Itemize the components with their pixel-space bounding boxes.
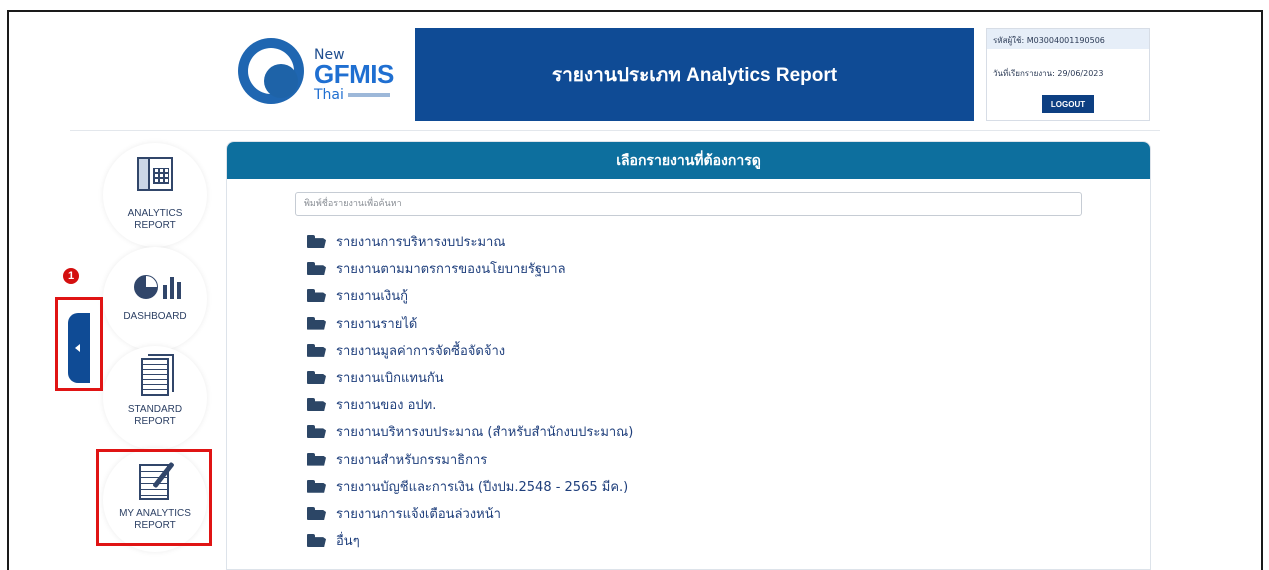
page-title-banner: รายงานประเภท Analytics Report [415, 28, 974, 121]
folder-open-icon [307, 479, 326, 493]
sidebar-item-label: ANALYTICS REPORT [127, 208, 183, 231]
report-list-item[interactable]: รายงานบริหารงบประมาณ (สำหรับสำนักงบประมา… [307, 418, 633, 445]
folder-open-icon [307, 425, 326, 438]
logo-text-gfmis: GFMIS [314, 59, 394, 89]
report-list-item[interactable]: รายงานการบริหารงบประมาณ [307, 228, 633, 255]
report-list-item[interactable]: รายงานตามมาตรการของนโยบายรัฐบาล [307, 255, 633, 282]
report-list-item[interactable]: รายงานมูลค่าการจัดซื้อจัดจ้าง [307, 337, 633, 364]
highlight-box-2 [96, 449, 212, 546]
report-list-item[interactable]: รายงานเงินกู้ [307, 282, 633, 309]
standard-report-icon [141, 354, 174, 396]
folder-open-icon [307, 343, 326, 357]
analytics-report-icon [137, 157, 173, 191]
page-title: รายงานประเภท Analytics Report [551, 64, 838, 86]
report-list-item[interactable]: อื่นๆ [307, 527, 633, 554]
report-search-input[interactable] [295, 192, 1082, 216]
sidebar-item-standard-report[interactable]: STANDARD REPORT [103, 346, 207, 450]
sidebar-item-label: DASHBOARD [123, 311, 187, 322]
report-list-item[interactable]: รายงานบัญชีและการเงิน (ปีงปม.2548 - 2565… [307, 473, 633, 500]
pie-chart-icon [134, 275, 158, 299]
folder-open-icon [307, 534, 326, 547]
report-date: วันที่เรียกรายงาน: 29/06/2023 [993, 69, 1104, 78]
logout-button[interactable]: LOGOUT [1042, 95, 1094, 113]
garuda-emblem-icon [238, 38, 304, 104]
report-list-item[interactable]: รายงานเบิกแทนกัน [307, 364, 633, 391]
bar-chart-icon [161, 275, 181, 299]
folder-open-icon [307, 398, 326, 411]
user-info-box: รหัสผู้ใช้: M03004001190506 วันที่เรียกร… [986, 28, 1150, 121]
folder-open-icon [307, 235, 326, 248]
report-list-item[interactable]: รายงานรายได้ [307, 310, 633, 337]
sidebar-item-label: STANDARD REPORT [127, 404, 183, 427]
report-list-item[interactable]: รายงานสำหรับกรรมาธิการ [307, 446, 633, 473]
annotation-badge-1: 1 [63, 268, 79, 284]
folder-open-icon [307, 262, 326, 275]
logo-text-thai: Thai [314, 88, 390, 102]
panel-title: เลือกรายงานที่ต้องการดู [227, 142, 1150, 179]
header-divider [70, 130, 1160, 131]
report-list-item[interactable]: รายงานการแจ้งเตือนล่วงหน้า [307, 500, 633, 527]
sidebar-item-analytics-report[interactable]: ANALYTICS REPORT [103, 143, 207, 247]
report-list: รายงานการบริหารงบประมาณ รายงานตามมาตรการ… [307, 228, 633, 554]
report-list-item[interactable]: รายงานของ อปท. [307, 391, 633, 418]
folder-open-icon [307, 371, 326, 384]
highlight-box-1 [55, 297, 103, 391]
gfmis-logo: New GFMIS Thai [238, 30, 408, 110]
sidebar-item-dashboard[interactable]: DASHBOARD [103, 247, 207, 351]
folder-open-icon [307, 316, 326, 330]
folder-open-icon [307, 289, 326, 302]
folder-open-icon [307, 506, 326, 520]
folder-open-icon [307, 452, 326, 466]
user-id: รหัสผู้ใช้: M03004001190506 [987, 29, 1149, 49]
report-selection-panel: เลือกรายงานที่ต้องการดู รายงานการบริหารง… [226, 141, 1151, 570]
